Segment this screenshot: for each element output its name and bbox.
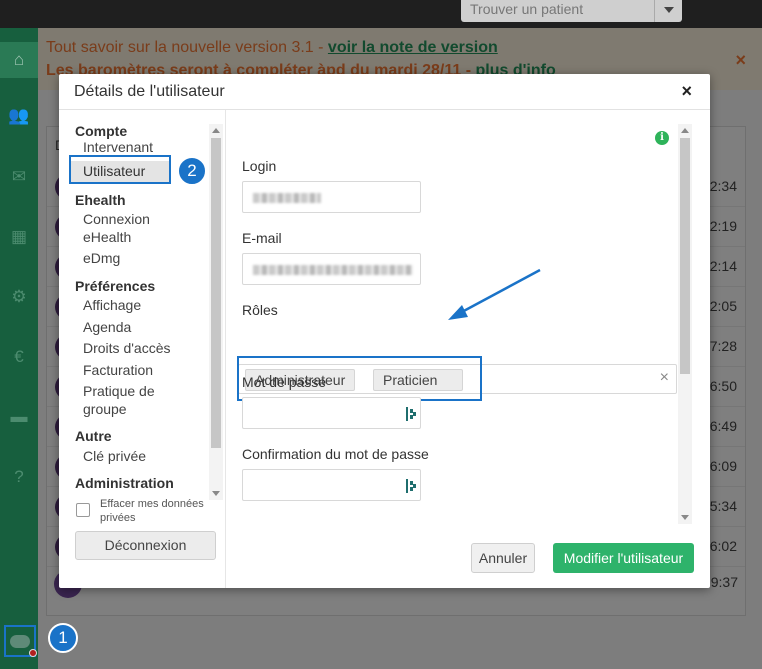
step-badge-1: 1 — [48, 623, 78, 653]
scroll-up-icon[interactable] — [681, 128, 689, 133]
pointer-arrow-icon — [448, 268, 541, 320]
patient-search-placeholder: Trouver un patient — [470, 1, 584, 17]
redacted-value — [253, 265, 413, 275]
roles-label: Rôles — [242, 302, 278, 318]
nav-item-pratique-de-groupe-cont[interactable]: groupe — [83, 399, 127, 419]
form-scrollbar[interactable] — [678, 124, 692, 524]
nav-item-connexion[interactable]: Connexion — [83, 209, 150, 229]
nav-item-facturation[interactable]: Facturation — [83, 360, 153, 380]
toggle-icon — [10, 635, 30, 648]
nav-item-intervenant[interactable]: Intervenant — [83, 139, 153, 155]
login-label: Login — [242, 158, 277, 174]
email-field[interactable] — [242, 253, 421, 285]
help-icon[interactable]: ? — [0, 463, 38, 491]
nav-item-cle-privee[interactable]: Clé privée — [83, 446, 146, 466]
cancel-button[interactable]: Annuler — [471, 543, 535, 573]
login-field[interactable] — [242, 181, 421, 213]
status-toggle[interactable] — [4, 625, 37, 657]
sidebar: ⌂ 👥 ✉ ▦ ⚙ € ▬ ? — [0, 28, 38, 669]
email-label: E-mail — [242, 230, 282, 246]
nav-item-pratique-de-groupe[interactable]: Pratique de — [83, 381, 155, 401]
erase-data-label: Effacer mes données privées — [100, 498, 204, 524]
mail-icon[interactable]: ✉ — [0, 163, 38, 191]
redacted-value — [253, 193, 321, 203]
home-icon[interactable]: ⌂ — [0, 42, 38, 78]
nav-item-agenda[interactable]: Agenda — [83, 317, 131, 337]
password-field[interactable] — [242, 397, 421, 429]
user-details-modal: Détails de l'utilisateur × Compte Interv… — [59, 74, 710, 588]
step-badge-2: 2 — [177, 156, 207, 186]
confirm-password-label: Confirmation du mot de passe — [242, 446, 429, 462]
password-manager-icon[interactable] — [406, 479, 418, 493]
nav-item-ehealth[interactable]: eHealth — [83, 227, 131, 247]
highlight-utilisateur — [69, 155, 171, 184]
password-label: Mot de passe — [242, 374, 327, 390]
status-dot — [29, 649, 37, 657]
user-form: i Login E-mail Rôles Administrateur Prat… — [226, 110, 710, 588]
nav-item-edmg[interactable]: eDmg — [83, 248, 120, 268]
erase-data-checkbox[interactable] — [76, 503, 90, 517]
nav-section-ehealth: Ehealth — [75, 192, 126, 208]
chevron-down-icon[interactable] — [654, 0, 682, 22]
nav-section-preferences: Préférences — [75, 278, 156, 294]
nav-item-droits-acces[interactable]: Droits d'accès — [83, 338, 170, 358]
banner-line-1: Tout savoir sur la nouvelle version 3.1 … — [46, 39, 498, 56]
scroll-up-icon[interactable] — [212, 128, 220, 133]
briefcase-icon[interactable]: ▬ — [0, 403, 38, 431]
banner-close-icon[interactable]: × — [735, 50, 746, 71]
logout-button[interactable]: Déconnexion — [75, 531, 216, 560]
confirm-password-field[interactable] — [242, 469, 421, 501]
modal-title: Détails de l'utilisateur — [74, 83, 225, 100]
nav-item-affichage[interactable]: Affichage — [83, 295, 141, 315]
password-manager-icon[interactable] — [406, 407, 418, 421]
nav-scrollbar[interactable] — [209, 124, 223, 500]
modify-user-button[interactable]: Modifier l'utilisateur — [553, 543, 694, 573]
modal-header: Détails de l'utilisateur × — [59, 74, 710, 110]
scroll-thumb[interactable] — [211, 138, 221, 448]
scroll-thumb[interactable] — [680, 138, 690, 374]
scroll-down-icon[interactable] — [212, 491, 220, 496]
close-icon[interactable]: × — [681, 81, 692, 102]
users-icon[interactable]: 👥 — [0, 102, 38, 130]
nav-section-administration: Administration — [75, 475, 174, 491]
scroll-down-icon[interactable] — [681, 515, 689, 520]
release-notes-link[interactable]: voir la note de version — [328, 39, 498, 56]
nav-section-compte: Compte — [75, 123, 128, 139]
clear-roles-icon[interactable]: × — [660, 369, 669, 387]
info-icon[interactable]: i — [655, 131, 669, 145]
patient-search-input[interactable]: Trouver un patient — [461, 0, 682, 22]
nav-section-autre: Autre — [75, 428, 112, 444]
euro-icon[interactable]: € — [0, 343, 38, 371]
appointment-time: 9:37 — [710, 574, 738, 590]
calendar-icon[interactable]: ▦ — [0, 223, 38, 251]
gear-icon[interactable]: ⚙ — [0, 283, 38, 311]
